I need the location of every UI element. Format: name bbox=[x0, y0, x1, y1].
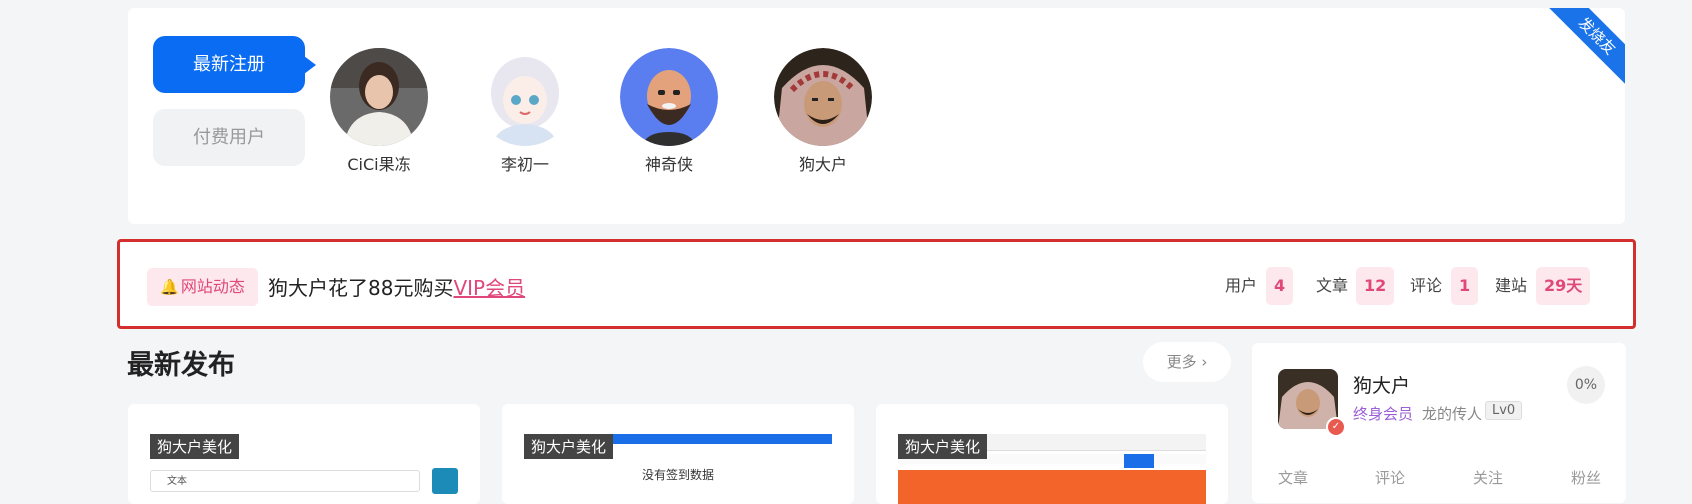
user-item[interactable]: CiCi果冻 bbox=[324, 48, 434, 175]
thumb-empty-signin: 没有签到数据 bbox=[641, 468, 714, 482]
latest-posts-title: 最新发布 bbox=[127, 350, 235, 381]
user-avatar bbox=[620, 48, 718, 146]
profile-stat-following[interactable]: 关注 bbox=[1473, 467, 1503, 488]
vip-link[interactable]: VIP会员 bbox=[453, 276, 525, 300]
profile-card: ✓ 狗大户 终身会员 龙的传人 Lv0 0% 文章 评论 关注 粉丝 bbox=[1252, 343, 1626, 503]
post-card[interactable]: 文本 狗大户美化 bbox=[128, 404, 480, 504]
post-card[interactable]: 狗大户美化 bbox=[876, 404, 1228, 504]
user-item[interactable]: 狗大户 bbox=[768, 48, 878, 175]
stat-label-users: 用户 bbox=[1225, 276, 1258, 295]
stat-value-days: 29天 bbox=[1536, 267, 1591, 305]
stat-value-users: 4 bbox=[1266, 267, 1294, 305]
profile-name[interactable]: 狗大户 bbox=[1353, 371, 1410, 398]
user-avatar bbox=[774, 48, 872, 146]
new-users-card: 发烧友 最新注册 付费用户 CiCi果冻 李初一 神奇侠 狗大户 bbox=[128, 8, 1625, 224]
post-card[interactable]: 没有签到数据 狗大户美化 bbox=[502, 404, 854, 504]
profile-stat-followers[interactable]: 粉丝 bbox=[1571, 467, 1601, 488]
user-title: 龙的传人 bbox=[1422, 405, 1483, 423]
tab-new-registrations[interactable]: 最新注册 bbox=[153, 36, 316, 93]
profile-stat-articles[interactable]: 文章 bbox=[1278, 467, 1308, 488]
stat-label-comments: 评论 bbox=[1410, 276, 1443, 295]
user-avatar bbox=[476, 48, 574, 146]
site-activity-badge: 🔔 网站动态 bbox=[147, 268, 258, 306]
progress-percent: 0% bbox=[1567, 366, 1605, 404]
vip-label: 终身会员 bbox=[1353, 405, 1414, 423]
user-name: CiCi果冻 bbox=[347, 155, 411, 174]
verified-icon: ✓ bbox=[1326, 417, 1346, 437]
user-name: 李初一 bbox=[500, 155, 549, 174]
profile-stat-comments[interactable]: 评论 bbox=[1375, 467, 1405, 488]
user-name: 狗大户 bbox=[798, 155, 847, 174]
post-tag: 狗大户美化 bbox=[898, 434, 988, 459]
stat-label-articles: 文章 bbox=[1316, 276, 1349, 295]
user-item[interactable]: 李初一 bbox=[470, 48, 580, 175]
activity-message: 狗大户花了88元购买VIP会员 bbox=[268, 272, 525, 301]
bell-icon: 🔔 bbox=[160, 278, 179, 296]
thumb-select-value: 文本 bbox=[167, 476, 187, 487]
post-tag: 狗大户美化 bbox=[524, 434, 614, 459]
tab-paid-users[interactable]: 付费用户 bbox=[153, 109, 305, 166]
more-button[interactable]: 更多 › bbox=[1143, 342, 1231, 382]
stat-label-days: 建站 bbox=[1495, 276, 1528, 295]
user-name: 神奇侠 bbox=[644, 155, 693, 174]
site-activity-bar: 🔔 网站动态 狗大户花了88元购买VIP会员 用户 4 文章 12 评论 1 建站… bbox=[117, 239, 1636, 329]
ribbon-badge: 发烧友 bbox=[1544, 8, 1625, 89]
activity-text: 狗大户花了88元购买 bbox=[268, 276, 454, 300]
stat-value-comments: 1 bbox=[1451, 267, 1479, 305]
post-tag: 狗大户美化 bbox=[150, 434, 240, 459]
site-activity-label: 网站动态 bbox=[180, 277, 245, 296]
stat-value-articles: 12 bbox=[1356, 267, 1395, 305]
user-avatar bbox=[330, 48, 428, 146]
level-badge: Lv0 bbox=[1485, 401, 1523, 420]
user-item[interactable]: 神奇侠 bbox=[614, 48, 724, 175]
